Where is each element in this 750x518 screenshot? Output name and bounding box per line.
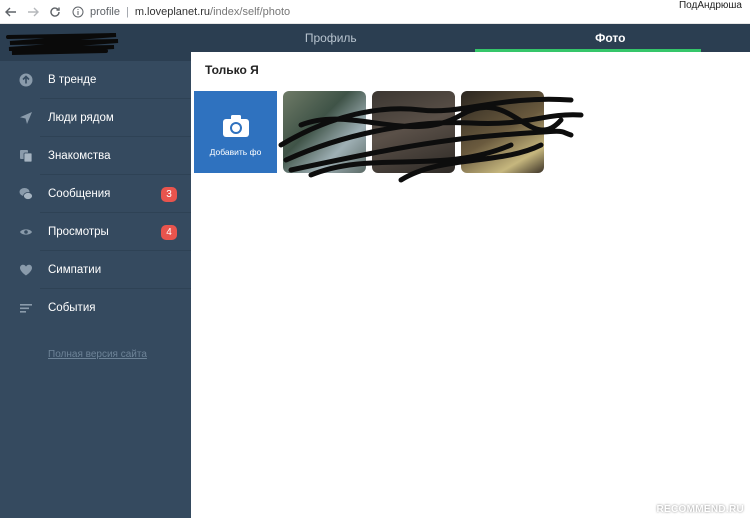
chat-bubbles-icon xyxy=(18,186,34,202)
info-icon xyxy=(72,6,84,17)
forward-button[interactable] xyxy=(22,1,44,23)
sidebar-item-dating[interactable]: Знакомства xyxy=(0,137,191,175)
sidebar-item-label: Симпатии xyxy=(48,264,102,276)
sidebar-item-label: Знакомства xyxy=(48,150,111,162)
full-version-link[interactable]: Полная версия сайта xyxy=(48,349,147,360)
tab-profile[interactable]: Профиль xyxy=(191,24,471,52)
sidebar-item-events[interactable]: События xyxy=(0,289,191,327)
sidebar-item-views[interactable]: Просмотры 4 xyxy=(0,213,191,251)
sidebar-item-messages[interactable]: Сообщения 3 xyxy=(0,175,191,213)
sidebar-profile-header[interactable] xyxy=(0,24,191,61)
messages-count-badge: 3 xyxy=(161,186,177,202)
url-path: /index/self/photo xyxy=(210,5,291,18)
sidebar-item-label: События xyxy=(48,302,96,314)
add-photo-button[interactable]: Добавить фо xyxy=(194,91,277,173)
watermark: RECOMMEND.RU xyxy=(656,504,744,515)
add-photo-label: Добавить фо xyxy=(209,146,262,157)
address-bar[interactable]: profile | m.loveplanet.ru/index/self/pho… xyxy=(72,6,290,18)
redacted-username xyxy=(6,33,119,55)
url-separator: | xyxy=(125,5,129,18)
eye-icon xyxy=(18,224,34,240)
views-count-badge: 4 xyxy=(161,224,177,240)
navigation-arrow-icon xyxy=(18,110,34,126)
list-icon xyxy=(18,300,34,316)
sidebar-menu: В тренде Люди рядом Знакомства Сообщения… xyxy=(0,61,191,327)
camera-icon xyxy=(222,114,249,137)
photo-content: Только Я Добавить фо xyxy=(191,52,750,518)
sidebar-item-label: В тренде xyxy=(48,74,97,86)
sidebar-item-label: Сообщения xyxy=(48,188,111,200)
tab-photo[interactable]: Фото xyxy=(471,24,750,52)
arrow-up-icon xyxy=(18,72,34,88)
back-button[interactable] xyxy=(0,1,22,23)
heart-icon xyxy=(18,262,34,278)
browser-toolbar: profile | m.loveplanet.ru/index/self/pho… xyxy=(0,0,750,24)
url-host: m.loveplanet.ru xyxy=(134,5,211,18)
sidebar-item-trending[interactable]: В тренде xyxy=(0,61,191,99)
reload-icon xyxy=(50,6,60,17)
sidebar-item-label: Просмотры xyxy=(48,226,109,238)
album-title: Только Я xyxy=(205,63,259,77)
redaction-scribble xyxy=(278,96,584,183)
sidebar-item-likes[interactable]: Симпатии xyxy=(0,251,191,289)
reload-button[interactable] xyxy=(44,1,66,23)
url-scheme: profile xyxy=(90,5,120,18)
browser-user-name: ПодАндрюша xyxy=(678,0,742,11)
arrow-right-icon xyxy=(28,7,39,16)
profile-tabs: Профиль Фото xyxy=(191,24,750,52)
arrow-left-icon xyxy=(5,7,16,16)
sidebar: В тренде Люди рядом Знакомства Сообщения… xyxy=(0,24,191,518)
sidebar-item-label: Люди рядом xyxy=(48,112,114,124)
sidebar-item-nearby[interactable]: Люди рядом xyxy=(0,99,191,137)
cards-icon xyxy=(18,148,34,164)
